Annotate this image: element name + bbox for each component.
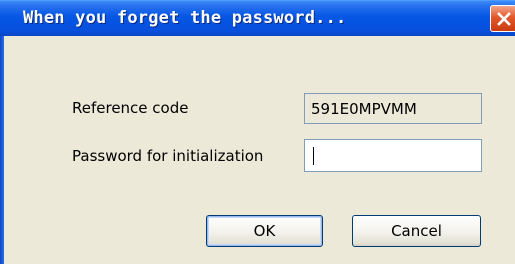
text-caret xyxy=(313,146,314,165)
password-label: Password for initialization xyxy=(72,147,264,165)
close-icon xyxy=(496,11,511,26)
cancel-button-label: Cancel xyxy=(391,222,442,240)
password-input[interactable] xyxy=(304,139,482,172)
close-button[interactable] xyxy=(490,5,515,32)
reference-code-field: 591E0MPVMM xyxy=(304,93,482,124)
password-recovery-dialog: When you forget the password... Referenc… xyxy=(0,0,515,264)
title-bar[interactable]: When you forget the password... xyxy=(0,0,515,36)
dialog-title: When you forget the password... xyxy=(23,8,347,28)
cancel-button[interactable]: Cancel xyxy=(352,215,481,247)
reference-code-value: 591E0MPVMM xyxy=(311,99,417,118)
reference-code-label: Reference code xyxy=(72,99,189,117)
ok-button[interactable]: OK xyxy=(206,215,323,247)
ok-button-label: OK xyxy=(253,222,276,240)
window-frame-edge xyxy=(0,36,4,264)
